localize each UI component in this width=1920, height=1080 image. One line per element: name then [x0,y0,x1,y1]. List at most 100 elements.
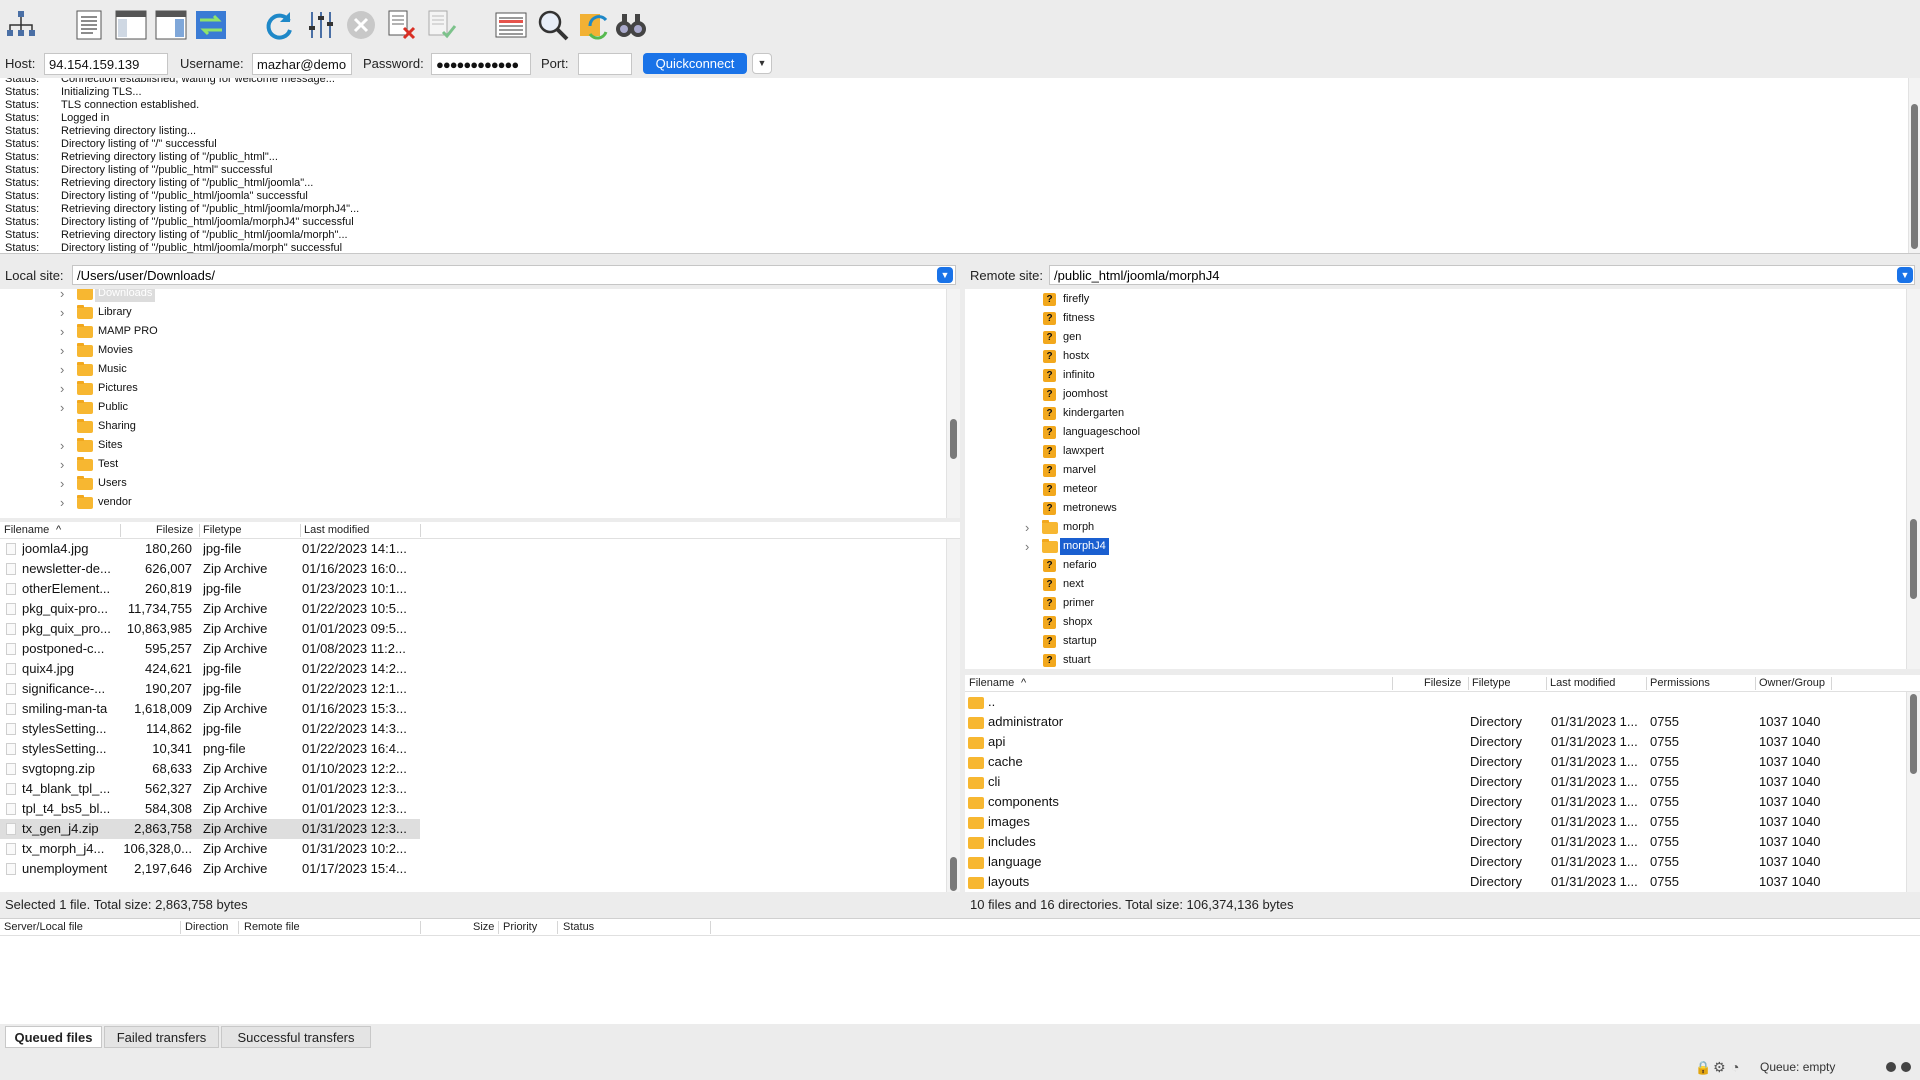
local-tree-item[interactable]: › Music [0,361,940,378]
gear-icon[interactable]: ⚙ [1713,1059,1726,1076]
tab-successful-transfers[interactable]: Successful transfers [221,1026,371,1048]
local-list-scrollbar[interactable] [946,539,960,892]
remote-tree-item[interactable]: ? marvel [965,462,1895,479]
quickconnect-button[interactable]: Quickconnect [643,53,747,74]
directory-comparison-icon[interactable] [494,8,528,42]
remote-file-row[interactable]: administrator Directory 01/31/2023 1... 075… [965,712,1905,732]
queue-col-size[interactable]: Size [473,921,494,933]
remote-tree-scroll-thumb[interactable] [1910,519,1917,599]
remote-tree-item[interactable]: ? metronews [965,500,1895,517]
remote-file-row[interactable]: language Directory 01/31/2023 1... 0755 1037… [965,852,1905,872]
chevron-right-icon[interactable]: › [60,342,70,359]
local-tree-scroll-thumb[interactable] [950,419,957,459]
chevron-right-icon[interactable]: › [60,437,70,454]
local-tree-item[interactable]: › MAMP PRO [0,323,940,340]
queue-col-local[interactable]: Server/Local file [4,921,83,933]
chevron-right-icon[interactable]: › [60,475,70,492]
local-tree-item[interactable]: › Pictures [0,380,940,397]
local-tree-item[interactable]: › Movies [0,342,940,359]
remote-file-row[interactable]: images Directory 01/31/2023 1... 0755 1037 1… [965,812,1905,832]
local-col-filename[interactable]: Filename [4,524,49,536]
remote-tree-scrollbar[interactable] [1906,289,1920,669]
password-input[interactable] [431,53,531,75]
remote-col-filesize[interactable]: Filesize [1424,677,1461,689]
local-col-modified[interactable]: Last modified [304,524,369,536]
local-file-row[interactable]: tx_gen_j4.zip 2,863,758 Zip Archive 01/31/2… [0,819,420,839]
local-tree-item[interactable]: › Public [0,399,940,416]
local-col-filetype[interactable]: Filetype [203,524,242,536]
remote-tree-icon[interactable] [154,8,188,42]
site-manager-icon[interactable] [4,8,38,42]
chevron-right-icon[interactable]: › [1025,538,1035,555]
cancel-icon[interactable] [344,8,378,42]
remote-file-row[interactable]: .. [965,692,1905,712]
remote-tree-item[interactable]: ? kindergarten [965,405,1895,422]
local-tree-scrollbar[interactable] [946,289,960,518]
remote-file-row[interactable]: cache Directory 01/31/2023 1... 0755 1037 10… [965,752,1905,772]
remote-tree-item[interactable]: ? stuart [965,652,1895,669]
filter-icon[interactable] [304,8,338,42]
local-file-row[interactable]: t4_blank_tpl_... 562,327 Zip Archive 01/01/… [0,779,420,799]
chevron-right-icon[interactable]: › [60,361,70,378]
remote-tree-item[interactable]: ? nefario [965,557,1895,574]
local-tree-item[interactable]: › vendor [0,494,940,511]
remote-tree-item[interactable]: › morph [965,519,1895,536]
local-file-row[interactable]: postponed-c... 595,257 Zip Archive 01/08/20… [0,639,420,659]
remote-tree-item[interactable]: ? joomhost [965,386,1895,403]
local-file-row[interactable]: tx_morph_j4... 106,328,0... Zip Archive 01/… [0,839,420,859]
search-icon[interactable] [536,8,570,42]
local-file-row[interactable]: smiling-man-ta 1,618,009 Zip Archive 01/16/… [0,699,420,719]
find-files-icon[interactable] [614,8,648,42]
queue-col-direction[interactable]: Direction [185,921,228,933]
local-file-row[interactable]: unemployment 2,197,646 Zip Archive 01/17/20… [0,859,420,879]
remote-tree-item[interactable]: ? next [965,576,1895,593]
refresh-icon[interactable] [262,8,296,42]
remote-col-owner[interactable]: Owner/Group [1759,677,1825,689]
tab-failed-transfers[interactable]: Failed transfers [104,1026,219,1048]
log-scroll-thumb[interactable] [1911,104,1918,249]
local-tree-item[interactable]: › Library [0,304,940,321]
remote-tree-item[interactable]: ? shopx [965,614,1895,631]
remote-col-filetype[interactable]: Filetype [1472,677,1511,689]
username-input[interactable] [252,53,352,75]
local-file-row[interactable]: otherElement... 260,819 jpg-file 01/23/2023… [0,579,420,599]
queue-col-remote[interactable]: Remote file [244,921,300,933]
chevron-right-icon[interactable]: › [60,456,70,473]
disconnect-icon[interactable] [384,8,418,42]
local-col-filesize[interactable]: Filesize [156,524,193,536]
remote-file-row[interactable]: layouts Directory 01/31/2023 1... 0755 1037 … [965,872,1905,892]
chevron-right-icon[interactable]: › [60,399,70,416]
transfer-queue-icon[interactable] [194,8,228,42]
remote-file-row[interactable]: api Directory 01/31/2023 1... 0755 1037 1040 [965,732,1905,752]
reconnect-icon[interactable] [424,8,458,42]
local-file-row[interactable]: quix4.jpg 424,621 jpg-file 01/22/2023 14:2.… [0,659,420,679]
chevron-right-icon[interactable]: › [60,304,70,321]
local-path-input[interactable] [72,265,956,285]
remote-tree-item[interactable]: ? gen [965,329,1895,346]
queue-col-priority[interactable]: Priority [503,921,537,933]
log-scrollbar[interactable] [1908,78,1920,253]
local-tree-item[interactable]: › Test [0,456,940,473]
remote-path-input[interactable] [1049,265,1915,285]
remote-tree-item[interactable]: › morphJ4 [965,538,1895,555]
local-file-row[interactable]: pkg_quix-pro... 11,734,755 Zip Archive 01/2… [0,599,420,619]
local-tree-item[interactable]: Sharing [0,418,940,435]
remote-tree-item[interactable]: ? hostx [965,348,1895,365]
quickconnect-history-dropdown[interactable]: ▼ [752,53,772,74]
local-file-row[interactable]: pkg_quix_pro... 10,863,985 Zip Archive 01/0… [0,619,420,639]
port-input[interactable] [578,53,632,75]
local-tree-icon[interactable] [114,8,148,42]
local-file-row[interactable]: svgtopng.zip 68,633 Zip Archive 01/10/2023 … [0,759,420,779]
remote-list-scrollbar[interactable] [1906,692,1920,892]
local-file-row[interactable]: newsletter-de... 626,007 Zip Archive 01/16/… [0,559,420,579]
local-file-row[interactable]: stylesSetting... 10,341 png-file 01/22/2023… [0,739,420,759]
remote-col-filename[interactable]: Filename [969,677,1014,689]
remote-file-row[interactable]: includes Directory 01/31/2023 1... 0755 1037… [965,832,1905,852]
remote-tree-item[interactable]: ? fitness [965,310,1895,327]
tab-queued-files[interactable]: Queued files [5,1026,102,1048]
chevron-right-icon[interactable]: › [60,289,70,302]
chevron-right-icon[interactable]: › [1025,519,1035,536]
local-tree-item[interactable]: › Downloads [0,289,940,302]
local-tree-item[interactable]: › Users [0,475,940,492]
remote-tree-item[interactable]: ? infinito [965,367,1895,384]
